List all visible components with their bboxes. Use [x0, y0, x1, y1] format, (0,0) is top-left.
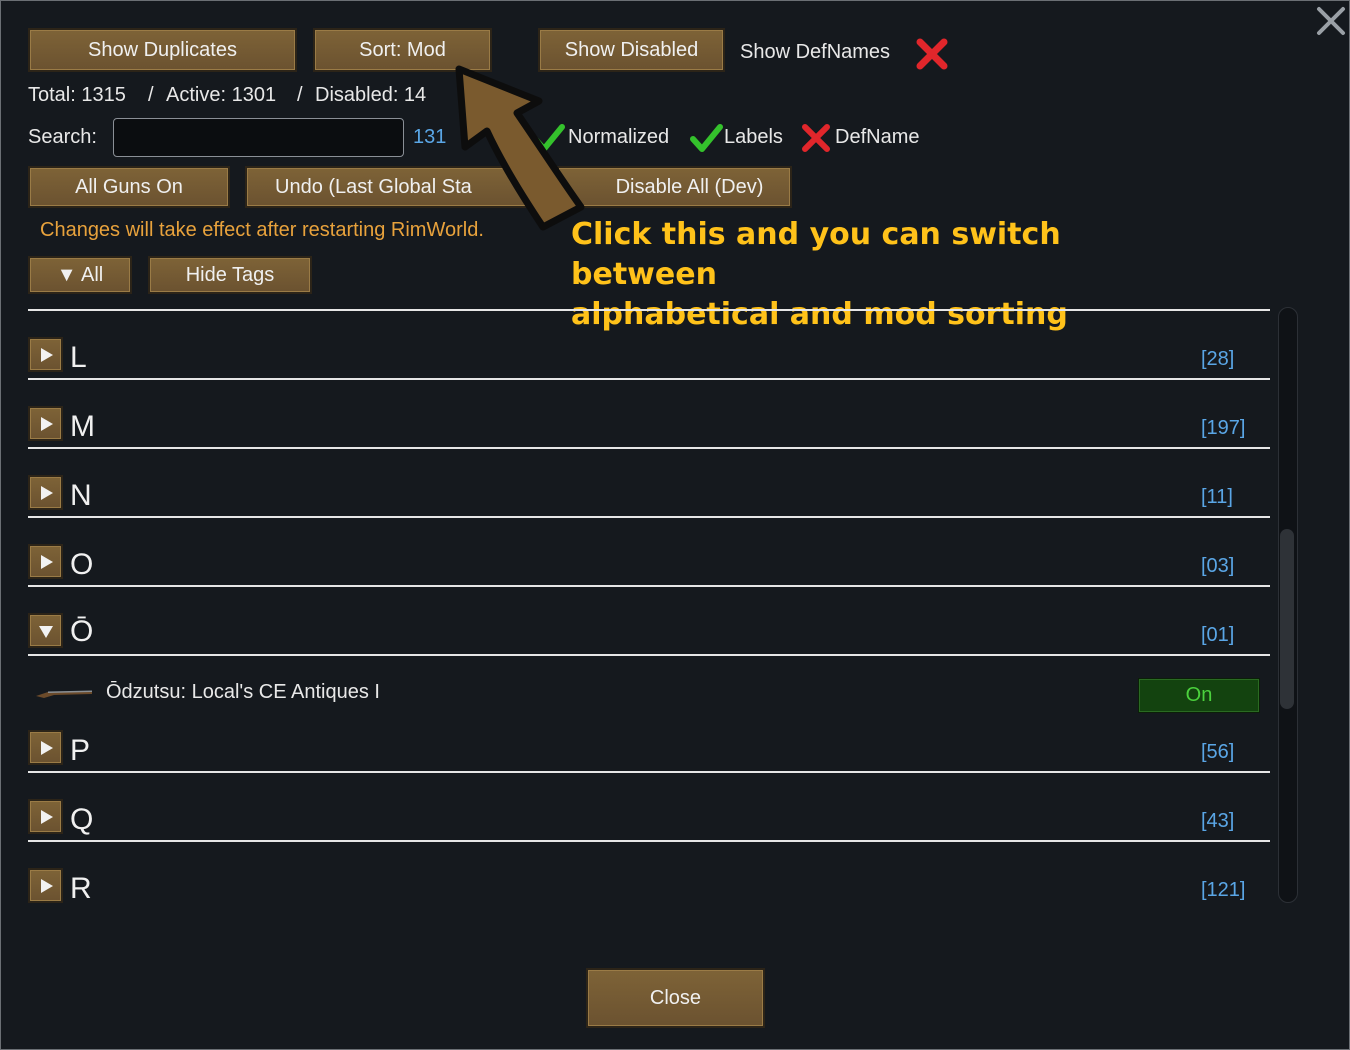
expand-toggle-m[interactable]: [28, 406, 63, 441]
annotation-arrow-icon: [431, 61, 611, 231]
group-divider: [28, 516, 1270, 518]
filter-defname-label: DefName: [835, 126, 920, 148]
group-divider: [28, 447, 1270, 449]
group-count: [28]: [1201, 348, 1235, 370]
weapon-on-toggle[interactable]: On: [1138, 678, 1260, 713]
group-count: [56]: [1201, 741, 1235, 763]
group-letter: L: [70, 341, 87, 374]
expand-toggle-q[interactable]: [28, 799, 63, 834]
group-divider: [28, 585, 1270, 587]
list-top-divider: [28, 309, 1270, 311]
collapse-toggle-o-macron[interactable]: [28, 613, 63, 648]
stats-separator: /: [148, 84, 154, 106]
labels-check-icon[interactable]: [689, 121, 723, 155]
group-count: [197]: [1201, 417, 1246, 439]
group-count: [01]: [1201, 624, 1235, 646]
expand-toggle-n[interactable]: [28, 475, 63, 510]
group-letter: O: [70, 548, 94, 581]
show-defnames-toggle-cross-icon[interactable]: [914, 36, 950, 72]
musket-icon: [34, 685, 94, 701]
group-letter: Ō: [70, 615, 94, 648]
list-scrollbar-thumb[interactable]: [1280, 529, 1294, 709]
show-duplicates-button[interactable]: Show Duplicates: [28, 28, 297, 72]
group-letter: P: [70, 734, 91, 767]
group-letter: M: [70, 410, 95, 443]
group-letter: Q: [70, 803, 94, 836]
expand-toggle-l[interactable]: [28, 337, 63, 372]
hide-tags-button[interactable]: Hide Tags: [148, 256, 312, 294]
all-guns-on-button[interactable]: All Guns On: [28, 166, 230, 208]
restart-notice: Changes will take effect after restartin…: [40, 219, 484, 241]
search-input[interactable]: [113, 118, 404, 157]
group-divider: [28, 378, 1270, 380]
group-count: [11]: [1201, 486, 1233, 508]
stats-separator: /: [297, 84, 303, 106]
close-button[interactable]: Close: [586, 968, 765, 1028]
show-defnames-label: Show DefNames: [740, 41, 891, 63]
expand-toggle-r[interactable]: [28, 868, 63, 903]
group-divider: [28, 654, 1270, 656]
stats-disabled: Disabled: 14: [315, 84, 427, 106]
annotation-text: Click this and you can switch between al…: [571, 215, 1211, 335]
annotation-line-2: alphabetical and mod sorting: [571, 297, 1068, 332]
group-count: [121]: [1201, 879, 1246, 901]
stats-total: Total: 1315: [28, 84, 126, 106]
group-divider: [28, 840, 1270, 842]
stats-active: Active: 1301: [166, 84, 277, 106]
group-count: [03]: [1201, 555, 1235, 577]
search-label: Search:: [28, 126, 97, 148]
defname-cross-icon[interactable]: [799, 121, 833, 155]
group-divider: [28, 771, 1270, 773]
weapon-settings-window: Show Duplicates Sort: Mod Show Disabled …: [0, 0, 1350, 1050]
group-letter: N: [70, 479, 92, 512]
group-letter: R: [70, 872, 92, 905]
expand-toggle-o[interactable]: [28, 544, 63, 579]
category-filter-dropdown[interactable]: ▼ All: [28, 256, 132, 294]
annotation-line-1: Click this and you can switch between: [571, 217, 1061, 292]
close-icon[interactable]: [1315, 5, 1347, 37]
filter-labels-label: Labels: [724, 126, 783, 148]
expand-toggle-p[interactable]: [28, 730, 63, 765]
group-count: [43]: [1201, 810, 1235, 832]
weapon-item-label: Ōdzutsu: Local's CE Antiques I: [106, 681, 380, 703]
